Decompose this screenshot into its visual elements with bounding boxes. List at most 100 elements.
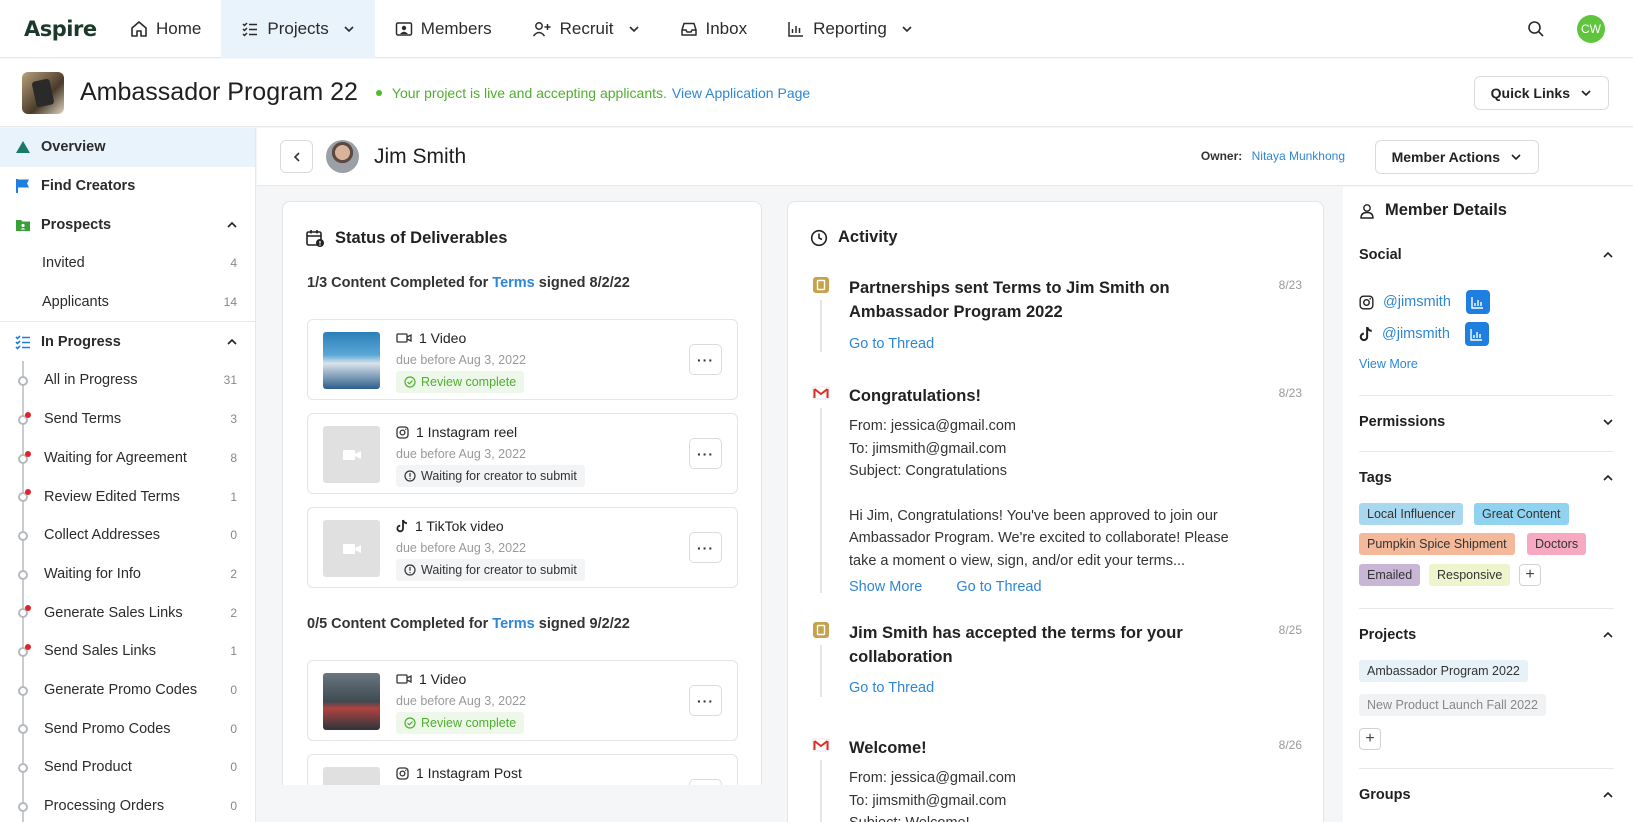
activity-date: 8/26 [1278,738,1302,752]
checklist-icon [15,335,30,350]
more-options-button[interactable]: ··· [689,685,722,716]
search-icon[interactable] [1527,20,1545,38]
deliverable-item[interactable]: 1 TikTok video due before Aug 3, 2022 Wa… [307,507,738,588]
more-options-button[interactable]: ··· [689,344,722,375]
instagram-analytics-button[interactable] [1465,290,1490,314]
nav-home[interactable]: Home [110,0,221,58]
section-title: Tags [1359,470,1392,486]
sidebar-step-item[interactable]: Send Product 0 [0,748,255,787]
groups-section-header[interactable]: Groups [1359,787,1614,803]
nav-recruit[interactable]: Recruit [512,0,660,58]
activity-title-line: collaboration [849,648,953,666]
checklist-icon [242,21,258,37]
tag-chip[interactable]: Doctors [1527,533,1587,555]
add-tag-button[interactable]: + [1519,564,1541,586]
chevron-up-icon[interactable] [226,336,238,348]
deliverable-thumbnail [323,673,380,730]
deliverable-item[interactable]: 1 Video due before Aug 3, 2022 Review co… [307,660,738,741]
chevron-up-icon[interactable] [226,219,238,231]
go-to-thread-link[interactable]: Go to Thread [849,336,934,352]
deliverable-item[interactable]: 1 Instagram reel due before Aug 3, 2022 … [307,413,738,494]
go-to-thread-link[interactable]: Go to Thread [849,680,934,696]
instagram-handle-link[interactable]: @jimsmith [1383,294,1451,310]
sidebar-item-find-creators[interactable]: Find Creators [0,167,255,206]
member-actions-button[interactable]: Member Actions [1374,140,1539,174]
tiktok-handle-link[interactable]: @jimsmith [1382,326,1450,342]
tiktok-account: @jimsmith [1359,322,1489,346]
project-chip[interactable]: New Product Launch Fall 2022 [1359,694,1546,716]
sidebar-item-applicants[interactable]: Applicants 14 [0,283,255,322]
member-details-title-text: Member Details [1385,201,1507,219]
chevron-up-icon [1603,791,1613,798]
sidebar-step-item[interactable]: Collect Addresses 0 [0,515,255,555]
activity-title: Jim Smith has accepted the terms for you… [849,621,1183,669]
show-more-link[interactable]: Show More [849,579,922,595]
step-node-icon [18,530,28,541]
tag-chip[interactable]: Pumpkin Spice Shipment [1359,533,1515,555]
deliverable-item[interactable]: 1 Video due before Aug 3, 2022 Review co… [307,319,738,400]
email-to: To: jimsmith@gmail.com [849,440,1007,457]
sidebar-step-item[interactable]: Send Terms 3 [0,399,255,439]
tag-chip[interactable]: Emailed [1359,564,1421,586]
status-badge: Waiting for creator to submit [396,559,585,581]
tags-section-header[interactable]: Tags [1359,470,1614,486]
more-options-button[interactable]: ··· [689,532,722,563]
view-more-link[interactable]: View More [1359,357,1418,371]
go-to-thread-link[interactable]: Go to Thread [956,579,1041,595]
more-options-button[interactable]: ··· [689,438,722,469]
tiktok-analytics-button[interactable] [1464,322,1489,346]
sidebar-step-item[interactable]: Send Sales Links 1 [0,631,255,671]
sidebar-item-in-progress[interactable]: In Progress [0,322,255,361]
sidebar-step-count: 2 [230,605,237,620]
tag-chip[interactable]: Responsive [1429,564,1511,586]
sidebar-step-item[interactable]: Processing Orders 0 [0,786,255,822]
terms-link[interactable]: Terms [492,616,534,632]
divider [1359,608,1614,609]
sidebar-step-item[interactable]: Generate Sales Links 2 [0,593,255,632]
sidebar-item-overview[interactable]: Overview [0,128,255,167]
add-project-button[interactable]: + [1359,728,1381,750]
sidebar-step-item[interactable]: Review Edited Terms 1 [0,477,255,516]
inbox-icon [680,22,697,36]
nav-members[interactable]: Members [375,0,512,58]
sidebar-step-item[interactable]: Send Promo Codes 0 [0,709,255,748]
activity-date: 8/25 [1278,623,1302,637]
email-from: From: jessica@gmail.com [849,770,1016,786]
back-button[interactable] [280,140,313,173]
email-from: From: jessica@gmail.com [849,418,1016,434]
nav-reporting[interactable]: Reporting [767,0,933,58]
sidebar-step-item[interactable]: Generate Promo Codes 0 [0,670,255,710]
step-node-icon [18,569,28,580]
document-icon [813,277,829,293]
clock-icon [810,229,828,246]
project-chip[interactable]: Ambassador Program 2022 [1359,660,1528,682]
member-details-panel: Member Details Social @jimsmith @jimsmit… [1343,187,1633,822]
sidebar-step-label: Send Product [44,759,132,776]
permissions-section-header[interactable]: Permissions [1359,414,1614,430]
sidebar-item-invited[interactable]: Invited 4 [0,244,255,283]
sidebar-step-item[interactable]: Waiting for Agreement 8 [0,438,255,478]
chevron-left-icon [293,151,300,162]
alert-dot [25,411,31,418]
view-application-page-link[interactable]: View Application Page [672,85,810,101]
social-section-header[interactable]: Social [1359,247,1614,263]
tag-chip[interactable]: Local Influencer [1359,503,1464,525]
nav-inbox[interactable]: Inbox [660,0,768,58]
sidebar-step-count: 3 [230,412,237,427]
activity-item: Partnerships sent Terms to Jim Smith on … [812,276,1302,356]
projects-section-header[interactable]: Projects [1359,627,1614,643]
sidebar-step-item[interactable]: All in Progress 31 [0,361,255,400]
terms-link[interactable]: Terms [492,275,534,291]
sidebar-step-item[interactable]: Waiting for Info 2 [0,554,255,594]
chevron-down-icon [1581,90,1591,97]
section-title: Permissions [1359,414,1446,430]
tag-chip[interactable]: Great Content [1474,503,1569,525]
deliverables-title: Status of Deliverables [305,228,507,248]
user-avatar[interactable]: CW [1577,14,1605,43]
sidebar-item-prospects[interactable]: Prospects [0,205,255,244]
nav-projects[interactable]: Projects [221,0,375,58]
chevron-down-icon [1511,154,1521,161]
quick-links-button[interactable]: Quick Links [1473,76,1609,110]
owner-name-link[interactable]: Nitaya Munkhong [1252,149,1345,163]
aspire-logo[interactable]: Aspire [24,17,110,41]
